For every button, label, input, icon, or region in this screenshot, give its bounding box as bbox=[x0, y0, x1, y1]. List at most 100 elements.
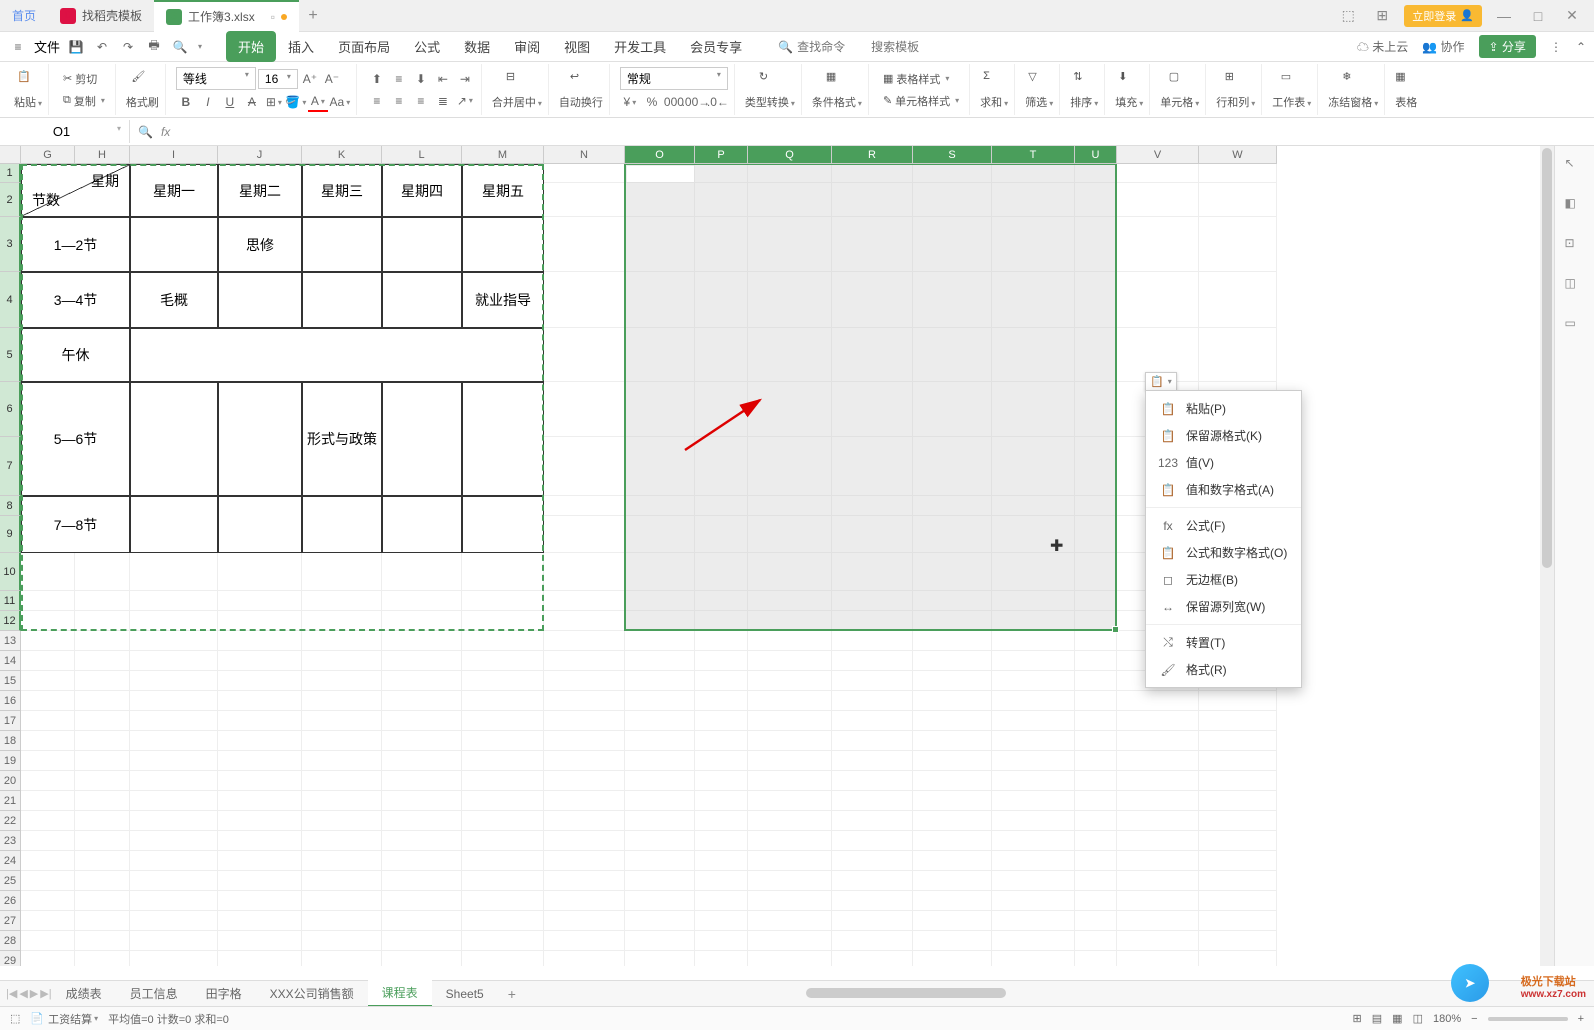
table-cell[interactable]: 形式与政策 bbox=[302, 382, 382, 496]
fx-cancel-icon[interactable]: 🔍 bbox=[138, 125, 153, 139]
format-painter-button[interactable]: 🖌格式刷 bbox=[126, 70, 159, 110]
font-name-select[interactable]: 等线▾ bbox=[176, 67, 256, 90]
align-mid-icon[interactable]: ≡ bbox=[389, 69, 409, 89]
table-cell[interactable]: 3—4节 bbox=[21, 272, 130, 328]
ctx-formula[interactable]: fx公式(F) bbox=[1146, 512, 1301, 539]
col-header[interactable]: L bbox=[382, 146, 462, 164]
menu-tab-review[interactable]: 审阅 bbox=[502, 31, 552, 62]
font-size-select[interactable]: 16▾ bbox=[258, 69, 298, 89]
table-cell[interactable] bbox=[302, 496, 382, 553]
sum-button[interactable]: Σ求和▾ bbox=[980, 70, 1008, 110]
undo-icon[interactable]: ↶ bbox=[92, 37, 112, 57]
login-button[interactable]: 立即登录👤 bbox=[1404, 5, 1482, 27]
vertical-scrollbar[interactable] bbox=[1540, 146, 1554, 966]
row-header[interactable]: 20 bbox=[0, 771, 21, 791]
style-panel-icon[interactable]: ◧ bbox=[1565, 196, 1585, 216]
properties-panel-icon[interactable]: ⊡ bbox=[1565, 236, 1585, 256]
row-header[interactable]: 8 bbox=[0, 496, 21, 516]
table-cell[interactable] bbox=[382, 382, 462, 496]
strike-button[interactable]: A bbox=[242, 92, 262, 112]
ctx-noborder[interactable]: ◻无边框(B) bbox=[1146, 566, 1301, 593]
print-icon[interactable]: 🖶 bbox=[144, 37, 164, 57]
border-button[interactable]: ⊞▾ bbox=[264, 92, 284, 112]
wrap-button[interactable]: ↩自动换行 bbox=[559, 70, 603, 110]
rowcol-button[interactable]: ⊞行和列▾ bbox=[1216, 70, 1255, 110]
template-search[interactable] bbox=[871, 40, 941, 54]
table-cell[interactable]: 星期一 bbox=[130, 164, 218, 217]
row-header[interactable]: 23 bbox=[0, 831, 21, 851]
row-header[interactable]: 9 bbox=[0, 516, 21, 553]
row-header[interactable]: 10 bbox=[0, 553, 21, 591]
align-justify-icon[interactable]: ≣ bbox=[433, 91, 453, 111]
command-search[interactable] bbox=[797, 40, 867, 54]
menu-tab-formula[interactable]: 公式 bbox=[402, 31, 452, 62]
ctx-colwidth[interactable]: ↔保留源列宽(W) bbox=[1146, 593, 1301, 620]
table-cell[interactable]: 就业指导 bbox=[462, 272, 544, 328]
sheet-last-icon[interactable]: ▶| bbox=[40, 987, 51, 1000]
col-header[interactable]: R bbox=[832, 146, 913, 164]
table-cell[interactable] bbox=[462, 382, 544, 496]
col-header[interactable]: K bbox=[302, 146, 382, 164]
percent-icon[interactable]: % bbox=[642, 92, 662, 112]
collapse-ribbon-icon[interactable]: ⌃ bbox=[1576, 40, 1586, 54]
table-cell[interactable] bbox=[218, 382, 302, 496]
view-custom-icon[interactable]: ▦ bbox=[1392, 1012, 1402, 1025]
table-style-button[interactable]: ▦ 表格样式▾ bbox=[879, 69, 963, 89]
filter-button[interactable]: ▽筛选▾ bbox=[1025, 70, 1053, 110]
col-header[interactable]: O bbox=[625, 146, 695, 164]
select-all-corner[interactable] bbox=[0, 146, 21, 164]
align-left-icon[interactable]: ≡ bbox=[367, 91, 387, 111]
col-header[interactable]: V bbox=[1117, 146, 1199, 164]
zoom-slider[interactable] bbox=[1488, 1017, 1568, 1021]
sheet-tab[interactable]: 成绩表 bbox=[52, 981, 116, 1006]
book-panel-icon[interactable]: ▭ bbox=[1565, 316, 1585, 336]
table-cell[interactable]: 7—8节 bbox=[21, 496, 130, 553]
row-header[interactable]: 29 bbox=[0, 951, 21, 966]
number-format-select[interactable]: 常规▾ bbox=[620, 67, 728, 90]
cloud-status[interactable]: ☁ 未上云 bbox=[1357, 38, 1408, 55]
maximize-button[interactable]: □ bbox=[1526, 8, 1550, 24]
table-button[interactable]: ▦表格 bbox=[1395, 70, 1417, 110]
row-header[interactable]: 1 bbox=[0, 164, 21, 183]
align-bot-icon[interactable]: ⬇ bbox=[411, 69, 431, 89]
row-header[interactable]: 17 bbox=[0, 711, 21, 731]
sheet-button[interactable]: ▭工作表▾ bbox=[1272, 70, 1311, 110]
add-sheet-button[interactable]: + bbox=[498, 986, 526, 1002]
row-header[interactable]: 26 bbox=[0, 891, 21, 911]
dec-dec-icon[interactable]: .0← bbox=[708, 92, 728, 112]
table-cell[interactable] bbox=[462, 496, 544, 553]
ctx-value[interactable]: 123值(V) bbox=[1146, 449, 1301, 476]
dec-inc-icon[interactable]: .00→ bbox=[686, 92, 706, 112]
record-icon[interactable]: ⬚ bbox=[10, 1012, 20, 1025]
menu-tab-member[interactable]: 会员专享 bbox=[678, 31, 754, 62]
tab-menu-icon[interactable]: ▫ bbox=[271, 10, 275, 24]
redo-icon[interactable]: ↷ bbox=[118, 37, 138, 57]
reading-mode-icon[interactable]: ⬚ bbox=[1336, 7, 1360, 24]
table-cell[interactable]: 星期二 bbox=[218, 164, 302, 217]
orientation-icon[interactable]: ↗▾ bbox=[455, 91, 475, 111]
table-cell[interactable] bbox=[130, 328, 544, 382]
sheet-tab-active[interactable]: 课程表 bbox=[368, 980, 432, 1007]
freeze-button[interactable]: ❄冻结窗格▾ bbox=[1328, 70, 1378, 110]
minimize-button[interactable]: — bbox=[1492, 8, 1516, 24]
table-cell[interactable] bbox=[302, 272, 382, 328]
sheet-tab[interactable]: 田字格 bbox=[192, 981, 256, 1006]
fill-button[interactable]: ⬇填充▾ bbox=[1115, 70, 1143, 110]
tab-home[interactable]: 首页 bbox=[0, 0, 48, 32]
row-header[interactable]: 3 bbox=[0, 217, 21, 272]
col-header[interactable]: M bbox=[462, 146, 544, 164]
new-tab-button[interactable]: + bbox=[299, 7, 327, 25]
select-panel-icon[interactable]: ↖ bbox=[1565, 156, 1585, 176]
table-cell[interactable] bbox=[382, 217, 462, 272]
menu-tab-view[interactable]: 视图 bbox=[552, 31, 602, 62]
save-icon[interactable]: 💾 bbox=[66, 37, 86, 57]
table-cell[interactable] bbox=[462, 217, 544, 272]
ctx-keep-format[interactable]: 📋保留源格式(K) bbox=[1146, 422, 1301, 449]
coop-button[interactable]: 👥 协作 bbox=[1422, 38, 1464, 55]
row-header[interactable]: 4 bbox=[0, 272, 21, 328]
row-header[interactable]: 24 bbox=[0, 851, 21, 871]
table-cell[interactable] bbox=[218, 272, 302, 328]
row-header[interactable]: 11 bbox=[0, 591, 21, 611]
row-header[interactable]: 5 bbox=[0, 328, 21, 382]
row-header[interactable]: 27 bbox=[0, 911, 21, 931]
